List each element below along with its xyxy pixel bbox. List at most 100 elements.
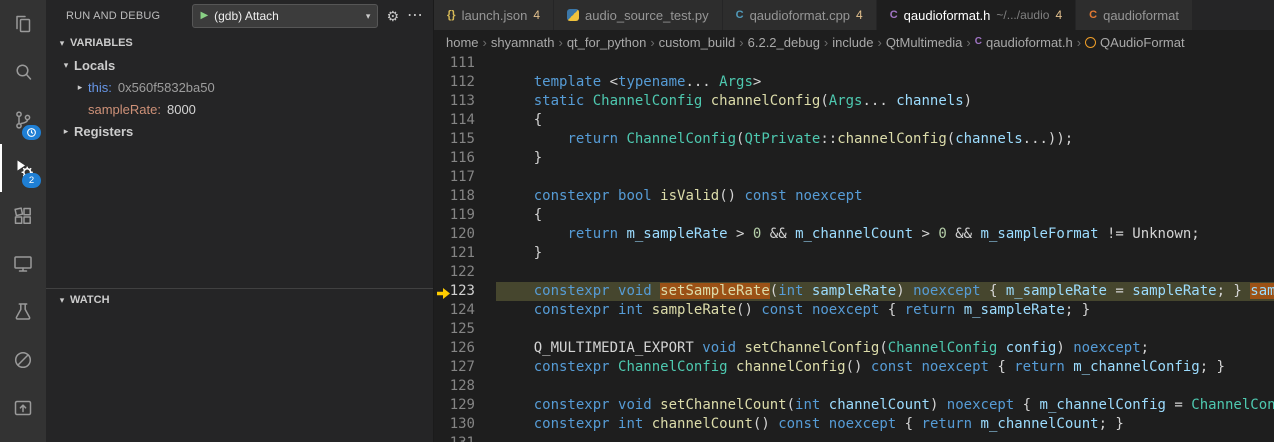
activity-badge: 2 xyxy=(22,173,41,188)
breadcrumb-qtmultimedia[interactable]: QtMultimedia xyxy=(886,35,963,50)
start-debugging-icon[interactable]: ▶ xyxy=(200,11,208,21)
code-line-content: constexpr bool isValid() const noexcept xyxy=(496,187,1274,206)
code-line-115[interactable]: 115 return ChannelConfig(QtPrivate::chan… xyxy=(434,130,1274,149)
line-number[interactable]: 121 xyxy=(434,244,496,263)
explorer-icon xyxy=(11,12,35,36)
code-line-120[interactable]: 120 return m_sampleRate > 0 && m_channel… xyxy=(434,225,1274,244)
code-line-content: return ChannelConfig(QtPrivate::channelC… xyxy=(496,130,1274,149)
code-line-131[interactable]: 131 xyxy=(434,434,1274,442)
code-line-113[interactable]: 113 static ChannelConfig channelConfig(A… xyxy=(434,92,1274,111)
line-number[interactable]: 116 xyxy=(434,149,496,168)
line-number[interactable]: 131 xyxy=(434,434,496,442)
variable-name: sampleRate: xyxy=(88,102,161,117)
debug-sidebar: RUN AND DEBUG ▶ (gdb) Attach ▾ ⚙ ⋯ ▾ VAR… xyxy=(46,0,434,442)
variables-tree: ▾Locals▸this:0x560f5832ba50sampleRate:80… xyxy=(46,54,433,142)
code-line-121[interactable]: 121 } xyxy=(434,244,1274,263)
line-number[interactable]: 118 xyxy=(434,187,496,206)
tab-qaudioformat-cpp[interactable]: Cqaudioformat.cpp4 xyxy=(723,0,877,30)
tab-qaudioformat-h[interactable]: Cqaudioformat.h~/.../audio4 xyxy=(877,0,1076,30)
variables-section-header[interactable]: ▾ VARIABLES xyxy=(46,32,433,54)
line-number[interactable]: 130 xyxy=(434,415,496,434)
code-line-119[interactable]: 119 { xyxy=(434,206,1274,225)
breadcrumb-home[interactable]: home xyxy=(446,35,479,50)
line-number[interactable]: 125 xyxy=(434,320,496,339)
line-number[interactable]: 113 xyxy=(434,92,496,111)
code-line-126[interactable]: 126 Q_MULTIMEDIA_EXPORT void setChannelC… xyxy=(434,339,1274,358)
activity-item-run-and-debug[interactable]: 2 xyxy=(0,144,46,192)
class-symbol-icon xyxy=(1085,37,1096,48)
code-line-117[interactable]: 117 xyxy=(434,168,1274,187)
activity-item-search[interactable] xyxy=(0,48,46,96)
activity-item-extensions[interactable] xyxy=(0,192,46,240)
activity-item-testing[interactable] xyxy=(0,288,46,336)
vscode-window: 2 RUN AND DEBUG ▶ (gdb) Attach ▾ ⚙ ⋯ ▾ V… xyxy=(0,0,1274,442)
breadcrumb-shyamnath[interactable]: shyamnath xyxy=(491,35,555,50)
breadcrumb-label: 6.2.2_debug xyxy=(748,35,820,50)
activity-badge xyxy=(22,125,41,140)
activity-item-explorer[interactable] xyxy=(0,0,46,48)
more-actions-icon[interactable]: ⋯ xyxy=(407,8,423,24)
tab-qaudioformat[interactable]: Cqaudioformat xyxy=(1076,0,1193,30)
line-number[interactable]: 124 xyxy=(434,301,496,320)
watch-section-header[interactable]: ▾ WATCH xyxy=(46,289,433,311)
debug-config-dropdown[interactable]: ▶ (gdb) Attach ▾ xyxy=(192,4,378,28)
code-line-111[interactable]: 111 xyxy=(434,54,1274,73)
breadcrumb-separator: › xyxy=(877,35,881,50)
line-number[interactable]: 119 xyxy=(434,206,496,225)
line-number[interactable]: 111 xyxy=(434,54,496,73)
line-number[interactable]: 129 xyxy=(434,396,496,415)
gear-icon[interactable]: ⚙ xyxy=(386,9,399,23)
code-line-128[interactable]: 128 xyxy=(434,377,1274,396)
code-line-122[interactable]: 122 xyxy=(434,263,1274,282)
activity-item-source-control[interactable] xyxy=(0,96,46,144)
scope-locals[interactable]: ▾Locals xyxy=(46,54,433,76)
c-header-file-icon: C xyxy=(890,10,898,21)
tab-audio-source-test-py[interactable]: audio_source_test.py xyxy=(554,0,723,30)
tab-description: ~/.../audio xyxy=(996,8,1049,22)
code-line-125[interactable]: 125 xyxy=(434,320,1274,339)
code-area[interactable]: 111112 template <typename... Args>113 st… xyxy=(434,54,1274,442)
breadcrumb-qt-for-python[interactable]: qt_for_python xyxy=(567,35,647,50)
breadcrumb-qaudioformat[interactable]: QAudioFormat xyxy=(1085,35,1185,50)
code-line-content: constexpr void setSampleRate(int sampleR… xyxy=(496,282,1274,301)
code-line-content: } xyxy=(496,149,1274,168)
code-line-116[interactable]: 116 } xyxy=(434,149,1274,168)
watch-pane: ▾ WATCH xyxy=(46,288,433,442)
tab-badge: 4 xyxy=(856,8,863,22)
activity-item-circle-slash[interactable] xyxy=(0,336,46,384)
breadcrumb-qaudioformat-h[interactable]: Cqaudioformat.h xyxy=(975,35,1073,50)
code-line-content xyxy=(496,320,1274,339)
line-number[interactable]: 114 xyxy=(434,111,496,130)
activity-item-remote-explorer[interactable] xyxy=(0,240,46,288)
code-line-124[interactable]: 124 constexpr int sampleRate() const noe… xyxy=(434,301,1274,320)
line-number[interactable]: 122 xyxy=(434,263,496,282)
activity-item-inbox[interactable] xyxy=(0,384,46,432)
chevron-down-icon: ▾ xyxy=(366,11,371,22)
line-number[interactable]: 117 xyxy=(434,168,496,187)
breadcrumb-label: QtMultimedia xyxy=(886,35,963,50)
code-line-127[interactable]: 127 constexpr ChannelConfig channelConfi… xyxy=(434,358,1274,377)
variable-sampleRate[interactable]: sampleRate:8000 xyxy=(46,98,433,120)
tab-launch-json[interactable]: {}launch.json4 xyxy=(434,0,554,30)
code-line-content: static ChannelConfig channelConfig(Args.… xyxy=(496,92,1274,111)
json-file-icon: {} xyxy=(447,10,456,21)
breadcrumb-6-2-2-debug[interactable]: 6.2.2_debug xyxy=(748,35,820,50)
activity-bar: 2 xyxy=(0,0,46,442)
code-line-112[interactable]: 112 template <typename... Args> xyxy=(434,73,1274,92)
code-line-114[interactable]: 114 { xyxy=(434,111,1274,130)
line-number[interactable]: 115 xyxy=(434,130,496,149)
code-line-130[interactable]: 130 constexpr int channelCount() const n… xyxy=(434,415,1274,434)
line-number[interactable]: 120 xyxy=(434,225,496,244)
scope-registers[interactable]: ▸Registers xyxy=(46,120,433,142)
breadcrumb-custom-build[interactable]: custom_build xyxy=(659,35,736,50)
line-number[interactable]: 127 xyxy=(434,358,496,377)
line-number[interactable]: 126 xyxy=(434,339,496,358)
line-number[interactable]: 112 xyxy=(434,73,496,92)
variable-this[interactable]: ▸this:0x560f5832ba50 xyxy=(46,76,433,98)
breadcrumb-separator: › xyxy=(1077,35,1081,50)
breadcrumb-include[interactable]: include xyxy=(832,35,873,50)
code-line-123[interactable]: 123 constexpr void setSampleRate(int sam… xyxy=(434,282,1274,301)
code-line-129[interactable]: 129 constexpr void setChannelCount(int c… xyxy=(434,396,1274,415)
code-line-118[interactable]: 118 constexpr bool isValid() const noexc… xyxy=(434,187,1274,206)
line-number[interactable]: 128 xyxy=(434,377,496,396)
